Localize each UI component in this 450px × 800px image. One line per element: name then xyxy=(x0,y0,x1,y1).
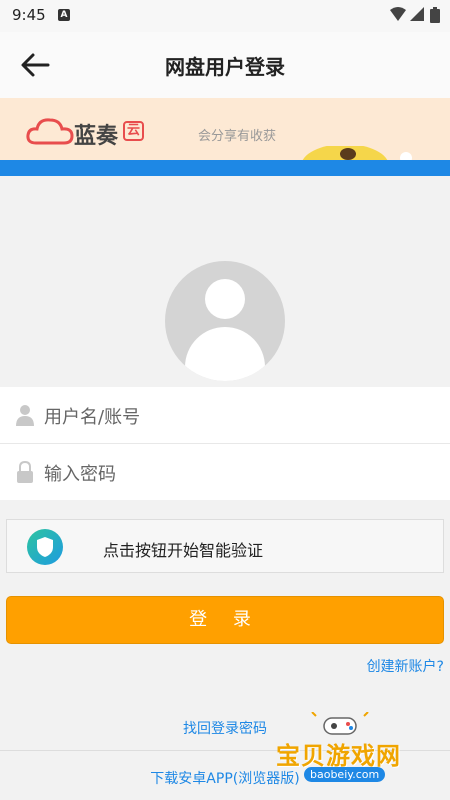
lock-icon xyxy=(17,461,33,483)
username-field[interactable]: 用户名/账号 xyxy=(0,387,450,444)
status-bar: 9:45 A xyxy=(0,0,450,32)
watermark-text: 宝贝游戏网 xyxy=(276,742,401,770)
user-icon xyxy=(16,405,34,426)
login-button[interactable]: 登 录 xyxy=(6,596,444,644)
avatar-body xyxy=(185,327,265,381)
create-account-link[interactable]: 创建新账户? xyxy=(367,656,444,676)
password-field[interactable]: 输入密码 xyxy=(0,444,450,500)
verify-label: 点击按钮开始智能验证 xyxy=(103,541,264,560)
watermark-url: baobeiy.com xyxy=(304,767,386,782)
battery-icon xyxy=(430,7,440,23)
page-title: 网盘用户登录 xyxy=(165,55,285,79)
app-bar: 网盘用户登录 xyxy=(0,32,450,98)
signal-icon xyxy=(410,7,424,21)
avatar xyxy=(165,261,285,381)
brand-badge: 云 xyxy=(123,121,145,141)
gamepad-icon xyxy=(311,712,369,735)
brand-banner: 蓝奏 云 会分享有收获 xyxy=(0,98,450,176)
notification-icon: A xyxy=(58,9,70,21)
smart-verify-button[interactable]: 点击按钮开始智能验证 xyxy=(6,519,444,573)
brand-slogan: 会分享有收获 xyxy=(198,129,277,144)
wifi-icon xyxy=(390,7,406,21)
watermark: 宝贝游戏网 baobeiy.com xyxy=(270,712,450,800)
brand-name: 蓝奏 xyxy=(74,124,119,149)
shield-icon xyxy=(27,529,63,565)
username-placeholder: 用户名/账号 xyxy=(44,407,141,428)
avatar-head xyxy=(205,279,245,319)
cloud-logo-icon xyxy=(26,118,74,145)
password-placeholder: 输入密码 xyxy=(44,464,116,485)
status-time: 9:45 xyxy=(12,6,46,24)
banner-stripe xyxy=(0,160,450,176)
